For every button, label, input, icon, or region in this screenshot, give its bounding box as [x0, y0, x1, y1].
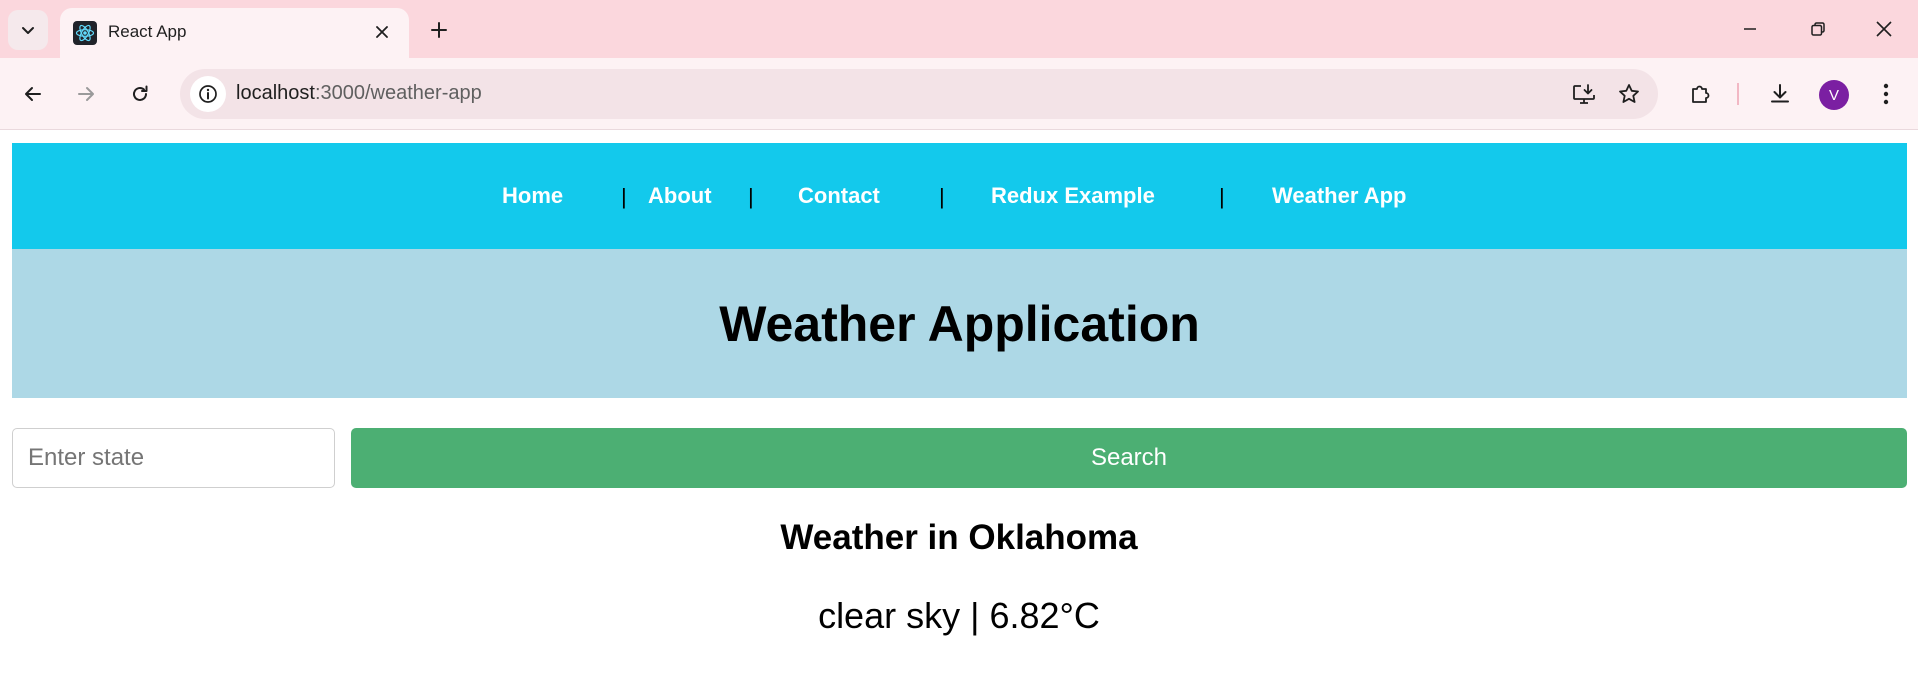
- page-title: Weather Application: [719, 295, 1200, 352]
- nav-separator: |: [748, 184, 754, 209]
- url-path: :3000/weather-app: [314, 82, 482, 104]
- back-button[interactable]: [13, 74, 53, 114]
- nav-link-home[interactable]: Home: [502, 183, 563, 209]
- install-icon: [1573, 84, 1595, 104]
- tab-search-button[interactable]: [8, 10, 48, 50]
- nav-separator: |: [939, 184, 945, 209]
- toolbar-divider: [1737, 83, 1739, 105]
- nav-link-redux-example[interactable]: Redux Example: [991, 183, 1155, 209]
- page-header: Weather Application: [12, 249, 1907, 398]
- info-icon: [199, 85, 217, 103]
- kebab-menu-icon: [1883, 83, 1889, 105]
- state-search-input[interactable]: [12, 428, 335, 488]
- install-app-button[interactable]: [1566, 76, 1602, 112]
- restore-button[interactable]: [1784, 0, 1852, 58]
- url-host: localhost: [236, 82, 315, 104]
- tab-close-button[interactable]: [368, 18, 396, 46]
- arrow-left-icon: [25, 87, 41, 101]
- site-info-button[interactable]: [190, 76, 226, 112]
- nav-separator: |: [1219, 184, 1225, 209]
- browser-tabstrip: React App: [0, 0, 1918, 58]
- download-icon: [1771, 84, 1789, 103]
- nav-link-about[interactable]: About: [648, 183, 712, 209]
- tab-title: React App: [108, 22, 187, 41]
- minimize-icon: [1744, 28, 1756, 30]
- browser-tab-active[interactable]: React App: [60, 8, 409, 58]
- puzzle-icon: [1692, 85, 1710, 103]
- profile-avatar[interactable]: V: [1819, 80, 1849, 110]
- nav-separator: |: [621, 184, 627, 209]
- search-button[interactable]: Search: [351, 428, 1907, 488]
- arrow-right-icon: [78, 87, 94, 101]
- close-icon: [376, 26, 388, 38]
- react-icon: [73, 21, 97, 45]
- downloads-button[interactable]: [1760, 74, 1800, 114]
- weather-result-title: Weather in Oklahoma: [780, 518, 1138, 557]
- minimize-button[interactable]: [1716, 0, 1784, 58]
- browser-menu-button[interactable]: [1866, 74, 1906, 114]
- plus-icon: [431, 22, 447, 38]
- navbar: Home | About | Contact | Redux Example |…: [12, 143, 1907, 249]
- nav-link-weather-app[interactable]: Weather App: [1272, 183, 1406, 209]
- bookmark-button[interactable]: [1611, 76, 1647, 112]
- reload-icon: [133, 85, 148, 101]
- weather-result-description: clear sky | 6.82°C: [818, 595, 1100, 636]
- forward-button[interactable]: [66, 74, 106, 114]
- star-icon: [1619, 84, 1639, 103]
- restore-icon: [1811, 22, 1825, 36]
- nav-link-contact[interactable]: Contact: [798, 183, 880, 209]
- url-text[interactable]: localhost:3000/weather-app: [236, 82, 482, 105]
- extensions-button[interactable]: [1681, 74, 1721, 114]
- reload-button[interactable]: [120, 74, 160, 114]
- address-bar[interactable]: localhost:3000/weather-app: [180, 69, 1658, 119]
- browser-toolbar: localhost:3000/weather-app V: [0, 58, 1918, 130]
- close-window-button[interactable]: [1850, 0, 1918, 58]
- close-icon: [1876, 21, 1892, 37]
- new-tab-button[interactable]: [421, 12, 457, 48]
- chevron-down-icon: [22, 27, 34, 34]
